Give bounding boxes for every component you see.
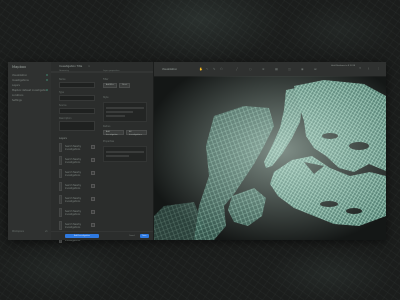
polygon-icon[interactable]: ⬠ [220, 67, 223, 71]
field-label: Style [103, 96, 109, 99]
sidebar: Mapbox Visualization Investigations Laye… [8, 62, 52, 240]
pencil-icon[interactable]: ✎ [213, 67, 216, 71]
sidebar-footer-label[interactable]: Workspace [12, 230, 24, 233]
status-dot-icon [46, 89, 48, 91]
layers-icon[interactable]: ◫ [288, 67, 291, 71]
download-icon[interactable]: ⤓ [368, 67, 369, 70]
status-dot-icon [46, 74, 48, 76]
grid-icon[interactable]: ▦ [275, 67, 278, 71]
form-column: Name Type Source Description Layers Sear… [59, 75, 95, 246]
sidebar-footer-version: v1 [45, 230, 48, 233]
type-field[interactable] [59, 95, 95, 101]
circle-icon[interactable]: ○ [249, 67, 252, 71]
sidebar-item-locations[interactable]: Locations [12, 94, 23, 97]
placeholder-line [106, 115, 125, 117]
eye-icon[interactable]: ◉ [301, 67, 304, 71]
list-item[interactable]: Search Nearby Investigations [59, 194, 95, 205]
layer-swatch-icon [59, 195, 62, 204]
checkbox-icon[interactable] [91, 171, 95, 175]
layers-list: Search Nearby Investigations Search Near… [59, 142, 95, 244]
investigation-buttons: Add Investigation All Investigations [103, 130, 147, 136]
panel-title: Investigation Title [59, 65, 83, 68]
properties-block[interactable] [103, 146, 147, 162]
layer-swatch-icon [59, 221, 62, 230]
sidebar-item-investigations[interactable]: Investigations [12, 79, 29, 82]
field-label: Filter [103, 78, 109, 81]
all-investigations-button[interactable]: All Investigations [126, 130, 147, 136]
app-logo: Mapbox [12, 65, 27, 69]
map-view[interactable]: Visualization ✋ ↖ ✎ ⬠ ╱ ○ ⊕ ▦ ◫ ◉ ⊞ Hold… [154, 62, 386, 240]
name-field[interactable] [59, 82, 95, 88]
sidebar-item-layers[interactable]: Layers [12, 84, 20, 87]
checkbox-icon[interactable] [91, 197, 95, 201]
field-label: Source [59, 104, 67, 107]
layer-swatch-icon [59, 182, 62, 191]
field-label: Radius [103, 125, 111, 128]
list-item[interactable]: Search Nearby Investigations [59, 155, 95, 166]
add-investigation-button[interactable]: Add Investigation [103, 130, 125, 136]
field-label: Type [59, 91, 65, 94]
add-investigation-primary-button[interactable]: Add Investigation [65, 234, 99, 238]
close-icon[interactable]: × [88, 65, 90, 68]
layer-swatch-icon [59, 169, 62, 178]
share-icon[interactable]: ⇪ [359, 67, 361, 70]
add-filter-button[interactable]: Add filter [103, 83, 118, 88]
hand-icon[interactable]: ✋ [199, 67, 203, 71]
pointer-icon[interactable]: ↖ [206, 67, 209, 71]
panel-footer: Add Investigation Cancel Save [51, 231, 153, 240]
editor-panel: Investigation Title × Geometry Layer pro… [51, 62, 154, 243]
placeholder-line [106, 151, 144, 153]
zoom-icon[interactable]: ⊕ [262, 67, 265, 71]
layer-swatch-icon [59, 156, 62, 165]
properties-column: Filter Add filter Reset Style Radius Add… [103, 75, 147, 162]
source-field[interactable] [59, 108, 95, 114]
status-dot-icon [46, 79, 48, 81]
checkbox-icon[interactable] [91, 184, 95, 188]
cancel-button[interactable]: Cancel [129, 234, 135, 238]
measure-icon[interactable]: ⊞ [314, 67, 317, 71]
layers-list-heading: Layers [59, 137, 67, 140]
menu-icon[interactable]: ⋮ [377, 67, 380, 70]
section-label-layer-properties: Layer properties [103, 70, 120, 72]
section-label-geometry: Geometry [59, 70, 69, 72]
map-toolbar: Visualization ✋ ↖ ✎ ⬠ ╱ ○ ⊕ ▦ ◫ ◉ ⊞ Hold… [154, 62, 386, 77]
line-icon[interactable]: ╱ [236, 67, 238, 71]
save-button[interactable]: Save [140, 234, 149, 238]
description-field[interactable] [59, 121, 95, 131]
layer-swatch-icon [59, 208, 62, 217]
checkbox-icon[interactable] [91, 158, 95, 162]
list-item[interactable]: Search Nearby Investigations [59, 181, 95, 192]
placeholder-line [106, 107, 144, 109]
list-item[interactable]: Search Nearby Investigations [59, 142, 95, 153]
list-item[interactable]: Search Nearby Investigations [59, 220, 95, 231]
field-label: Properties [103, 140, 115, 143]
checkbox-icon[interactable] [91, 145, 95, 149]
app-window: Mapbox Visualization Investigations Laye… [8, 62, 386, 243]
density-glow [154, 76, 386, 240]
placeholder-line [106, 155, 129, 157]
list-item[interactable]: Search Nearby Investigations [59, 207, 95, 218]
checkbox-icon[interactable] [91, 210, 95, 214]
field-label: Name [59, 78, 66, 81]
sidebar-item-visualization[interactable]: Visualization [12, 74, 27, 77]
reset-button[interactable]: Reset [119, 83, 131, 88]
placeholder-line [106, 111, 133, 113]
checkbox-icon[interactable] [91, 223, 95, 227]
sidebar-item-dataset[interactable]: Mapbox dataset investigation [12, 89, 47, 92]
list-item[interactable]: Search Nearby Investigations [59, 168, 95, 179]
layer-swatch-icon [59, 143, 62, 152]
map-title: Visualization [162, 68, 178, 71]
user-label[interactable]: Hold Rainbow to 8 2018 [331, 65, 355, 67]
filter-buttons: Add filter Reset [103, 83, 147, 88]
sidebar-item-settings[interactable]: Settings [12, 99, 22, 102]
city-density-map[interactable] [154, 76, 386, 240]
field-label: Description [59, 117, 72, 120]
style-block [103, 102, 147, 122]
